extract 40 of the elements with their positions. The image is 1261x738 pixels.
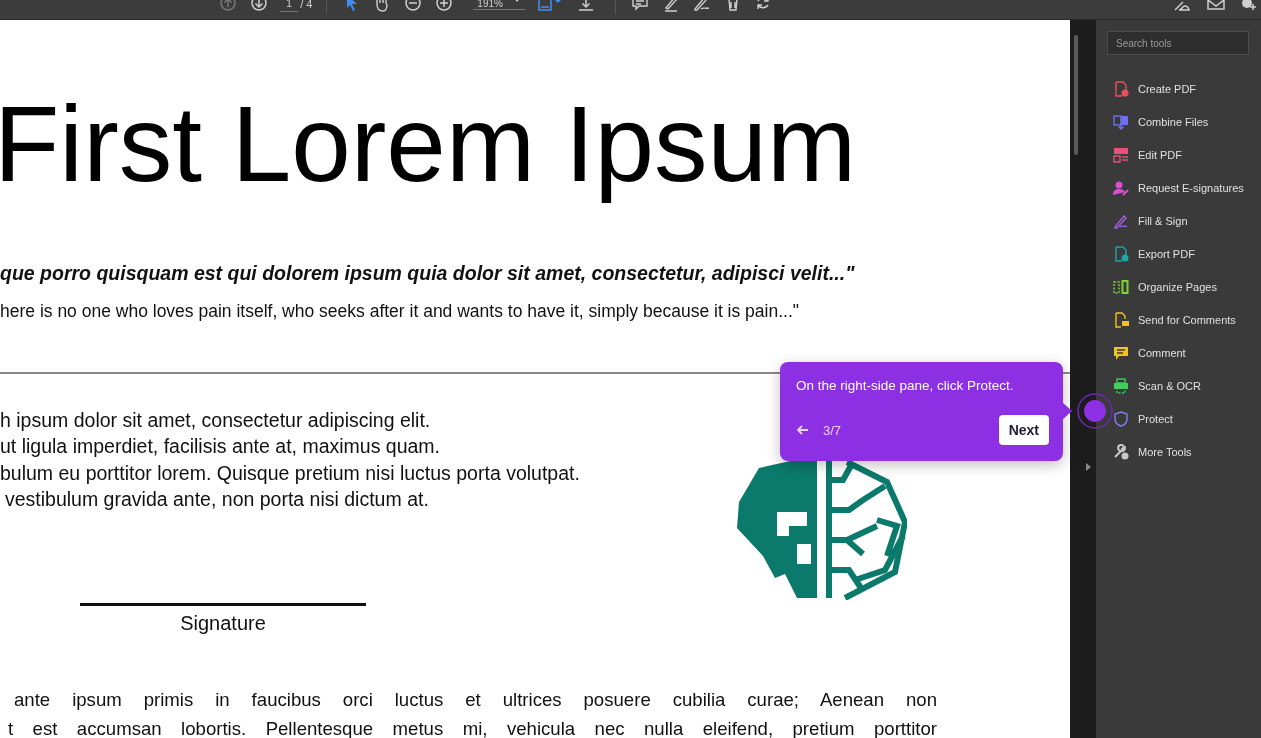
zoom-level-dropdown[interactable]: 191% — [473, 0, 526, 10]
tool-item[interactable]: More Tools — [1107, 435, 1249, 468]
person-plus-icon[interactable] — [1241, 0, 1257, 12]
paragraph-line: h ipsum dolor sit amet, consectetur adipiscing elit. — [0, 407, 431, 433]
envelope-icon[interactable] — [1207, 0, 1225, 10]
scrollbar-thumb[interactable] — [1074, 35, 1078, 155]
next-button[interactable]: Next — [998, 415, 1049, 445]
tool-item[interactable]: Scan & OCR — [1107, 369, 1249, 402]
zoom-in-icon[interactable] — [435, 0, 454, 12]
signature-icon[interactable] — [693, 0, 712, 12]
step-counter: 3/7 — [823, 422, 842, 438]
body-text-line: t est accumsan lobortis. Pellentesque metus mi, vehicula nec nulla eleifend, pretium porttitor — [7, 716, 937, 738]
download-icon[interactable] — [577, 0, 596, 12]
tool-item[interactable]: Combine Files — [1107, 105, 1249, 138]
signature-label: Signature — [180, 611, 266, 635]
guide-text: On the right-side pane, click Protect. — [796, 378, 1015, 393]
page-total: / 4 — [300, 0, 313, 10]
beacon-drawing — [1077, 393, 1113, 429]
tool-item[interactable]: Protect — [1107, 402, 1249, 435]
search-tools-field[interactable]: Search tools — [1107, 31, 1249, 55]
page-number-field[interactable]: 1 — [280, 0, 299, 12]
quote-text: que porro quisquam est qui dolorem ipsum quia dolor sit amet, consectetur, adipisci velit..." — [0, 261, 855, 285]
tool-item[interactable]: Comment — [1107, 336, 1249, 369]
body-text-line: ante ipsum primis in faucibus orci luctus et ultrices posuere cubilia curae; Aenean non — [13, 687, 937, 712]
tool-item[interactable]: Export PDF — [1107, 237, 1249, 270]
paragraph-line: ut ligula imperdiet, facilisis ante at, maximus quam. — [0, 434, 441, 460]
expand-arrow-icon[interactable] — [1086, 463, 1091, 471]
tool-item[interactable]: Send for Comments — [1107, 303, 1249, 336]
tool-item[interactable]: Edit PDF — [1107, 138, 1249, 171]
tool-item[interactable]: Organize Pages — [1107, 270, 1249, 303]
paragraph-line: vestibulum gravida ante, non porta nisi dictum at. — [5, 487, 429, 513]
tool-item[interactable]: Request E-signatures — [1107, 171, 1249, 204]
comment-icon[interactable] — [631, 0, 650, 12]
zoom-out-icon[interactable] — [404, 0, 423, 12]
document-title: First Lorem Ipsum — [0, 83, 857, 206]
back-arrow-icon[interactable] — [796, 425, 809, 435]
tool-item[interactable]: Fill & Sign — [1107, 204, 1249, 237]
paragraph-line: bulum eu porttitor lorem. Quisque pretium nisi luctus porta volutpat. — [0, 460, 580, 486]
tool-item[interactable]: Create PDF — [1107, 72, 1249, 105]
translation-text: here is no one who loves pain itself, who seeks after it and wants to have it, simply because it is pain..." — [0, 300, 800, 322]
